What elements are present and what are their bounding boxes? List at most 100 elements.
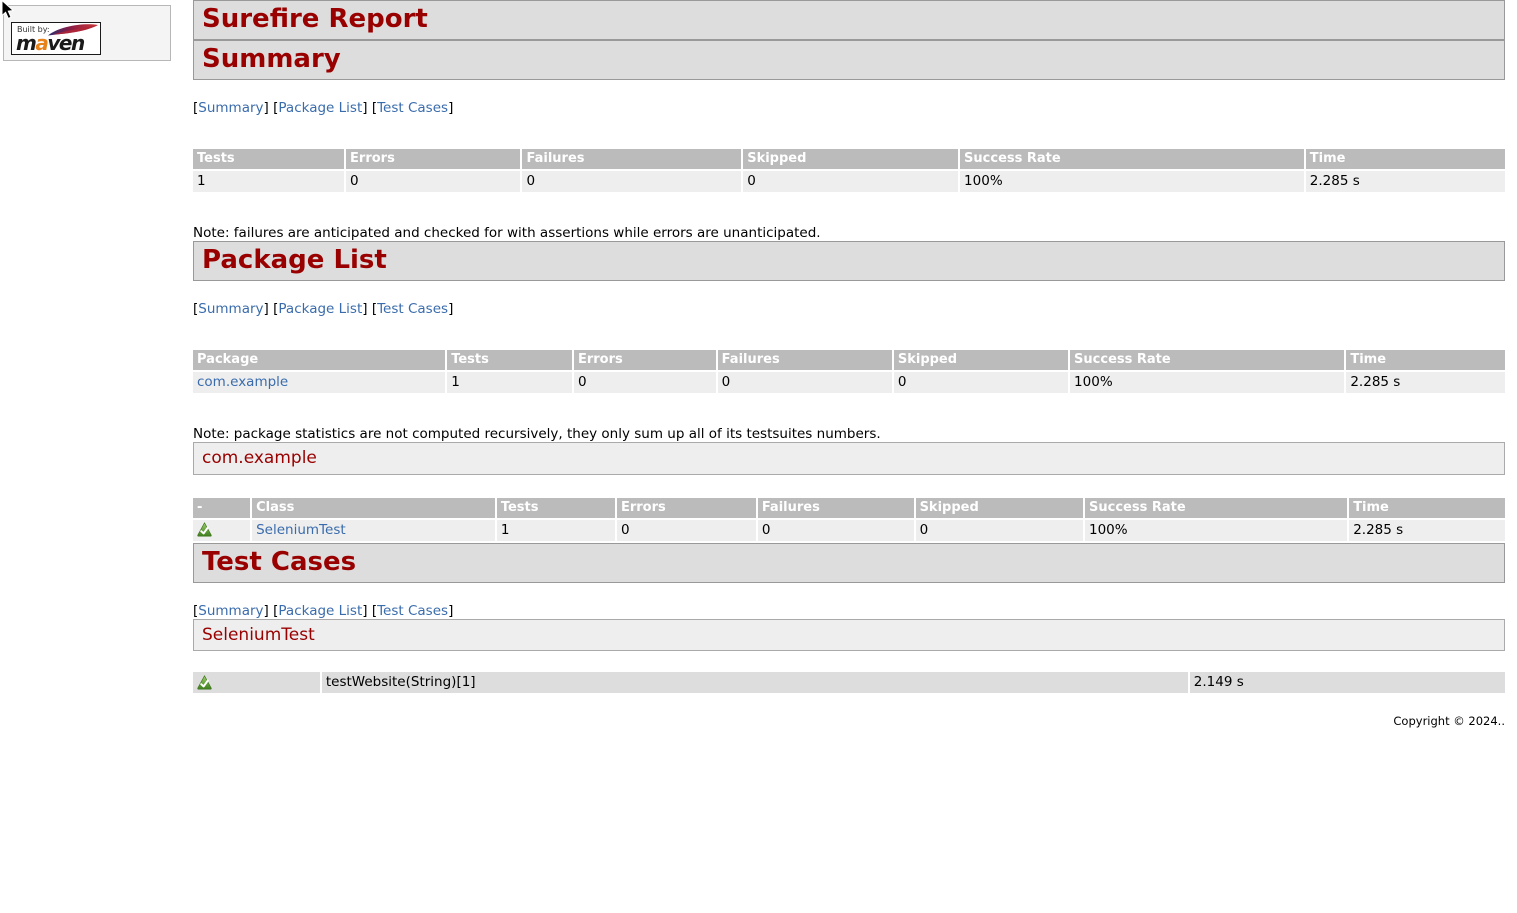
package-classes-table: - Class Tests Errors Failures Skipped Su… bbox=[191, 496, 1507, 543]
cell-success-rate: 100% bbox=[1085, 520, 1347, 541]
nav-link-package-list[interactable]: Package List bbox=[278, 603, 362, 619]
col-header-errors: Errors bbox=[574, 350, 716, 370]
package-list-row: com.example 1 0 0 0 100% 2.285 s bbox=[193, 372, 1505, 393]
nav-link-test-cases[interactable]: Test Cases bbox=[377, 603, 448, 619]
cell-tests: 1 bbox=[193, 171, 344, 192]
nav-links-test-cases: [Summary] [Package List] [Test Cases] bbox=[193, 603, 1505, 619]
summary-table: Tests Errors Failures Skipped Success Ra… bbox=[191, 147, 1507, 194]
test-cases-table: testWebsite(String)[1] 2.149 s bbox=[191, 670, 1507, 695]
bracket: ] bbox=[362, 301, 367, 317]
cell-status bbox=[193, 672, 320, 693]
nav-link-package-list[interactable]: Package List bbox=[278, 301, 362, 317]
col-header-package: Package bbox=[193, 350, 445, 370]
col-header-success-rate: Success Rate bbox=[1085, 498, 1347, 518]
col-header-failures: Failures bbox=[522, 149, 741, 169]
col-header-failures: Failures bbox=[758, 498, 914, 518]
summary-table-header-row: Tests Errors Failures Skipped Success Ra… bbox=[193, 149, 1505, 169]
col-header-tests: Tests bbox=[193, 149, 344, 169]
col-header-time: Time bbox=[1306, 149, 1505, 169]
page-title: Surefire Report bbox=[193, 0, 1505, 40]
bracket: ] bbox=[264, 301, 269, 317]
cell-test-name: testWebsite(String)[1] bbox=[322, 672, 1188, 693]
cell-failures: 0 bbox=[718, 372, 892, 393]
mouse-cursor bbox=[1, 0, 15, 20]
cell-success-rate: 100% bbox=[1070, 372, 1344, 393]
cell-time: 2.285 s bbox=[1306, 171, 1505, 192]
section-title-package-list: Package List bbox=[193, 241, 1505, 281]
col-header-success-rate: Success Rate bbox=[1070, 350, 1344, 370]
nav-links-package-list: [Summary] [Package List] [Test Cases] bbox=[193, 301, 1505, 317]
cell-test-time: 2.149 s bbox=[1190, 672, 1505, 693]
package-class-row: SeleniumTest 1 0 0 0 100% 2.285 s bbox=[193, 520, 1505, 541]
section-title-summary: Summary bbox=[193, 40, 1505, 80]
copyright-text: Copyright © 2024.. bbox=[1393, 714, 1505, 728]
maven-brand-a: a bbox=[35, 31, 47, 55]
cell-success-rate: 100% bbox=[960, 171, 1304, 192]
class-link[interactable]: SeleniumTest bbox=[256, 522, 346, 538]
nav-link-package-list[interactable]: Package List bbox=[278, 100, 362, 116]
maven-brand-m: m bbox=[16, 31, 35, 55]
col-header-skipped: Skipped bbox=[916, 498, 1083, 518]
nav-links-summary: [Summary] [Package List] [Test Cases] bbox=[193, 100, 1505, 116]
package-link[interactable]: com.example bbox=[197, 374, 288, 390]
col-header-errors: Errors bbox=[617, 498, 756, 518]
package-list-table: Package Tests Errors Failures Skipped Su… bbox=[191, 348, 1507, 395]
col-header-success-rate: Success Rate bbox=[960, 149, 1304, 169]
col-header-tests: Tests bbox=[447, 350, 572, 370]
bracket: ] bbox=[448, 100, 453, 116]
nav-link-test-cases[interactable]: Test Cases bbox=[377, 301, 448, 317]
col-header-tests: Tests bbox=[497, 498, 615, 518]
maven-logo[interactable]: Built by: maven bbox=[11, 22, 101, 55]
cell-failures: 0 bbox=[758, 520, 914, 541]
surefire-report-page: Built by: maven Surefire Report Summary bbox=[0, 0, 1517, 913]
cell-skipped: 0 bbox=[894, 372, 1068, 393]
summary-note: Note: failures are anticipated and check… bbox=[193, 225, 1505, 241]
cell-skipped: 0 bbox=[743, 171, 958, 192]
col-header-failures: Failures bbox=[718, 350, 892, 370]
cell-failures: 0 bbox=[522, 171, 741, 192]
col-header-time: Time bbox=[1349, 498, 1505, 518]
col-header-class: Class bbox=[252, 498, 495, 518]
col-header-status: - bbox=[193, 498, 250, 518]
nav-link-test-cases[interactable]: Test Cases bbox=[377, 100, 448, 116]
subsection-title-package: com.example bbox=[193, 442, 1505, 474]
cell-tests: 1 bbox=[497, 520, 615, 541]
nav-link-summary[interactable]: Summary bbox=[198, 100, 263, 116]
bracket: ] bbox=[264, 100, 269, 116]
left-sidebar: Built by: maven bbox=[3, 5, 171, 61]
page-footer: Copyright © 2024.. bbox=[193, 714, 1505, 768]
success-icon bbox=[197, 675, 212, 690]
bracket: ] bbox=[448, 603, 453, 619]
package-classes-header-row: - Class Tests Errors Failures Skipped Su… bbox=[193, 498, 1505, 518]
subsection-title-suite: SeleniumTest bbox=[193, 619, 1505, 651]
bracket: ] bbox=[362, 603, 367, 619]
cell-time: 2.285 s bbox=[1349, 520, 1505, 541]
report-body: Surefire Report Summary [Summary] [Packa… bbox=[193, 0, 1505, 695]
maven-brand-text: maven bbox=[16, 33, 84, 53]
bracket: ] bbox=[448, 301, 453, 317]
maven-brand-ven: ven bbox=[47, 31, 83, 55]
cell-time: 2.285 s bbox=[1346, 372, 1505, 393]
test-case-row: testWebsite(String)[1] 2.149 s bbox=[193, 672, 1505, 693]
cell-skipped: 0 bbox=[916, 520, 1083, 541]
bracket: ] bbox=[264, 603, 269, 619]
cell-package: com.example bbox=[193, 372, 445, 393]
nav-link-summary[interactable]: Summary bbox=[198, 301, 263, 317]
col-header-time: Time bbox=[1346, 350, 1505, 370]
col-header-skipped: Skipped bbox=[894, 350, 1068, 370]
cell-errors: 0 bbox=[574, 372, 716, 393]
col-header-skipped: Skipped bbox=[743, 149, 958, 169]
package-list-header-row: Package Tests Errors Failures Skipped Su… bbox=[193, 350, 1505, 370]
bracket: ] bbox=[362, 100, 367, 116]
cell-class: SeleniumTest bbox=[252, 520, 495, 541]
package-list-note: Note: package statistics are not compute… bbox=[193, 426, 1505, 442]
section-title-test-cases: Test Cases bbox=[193, 543, 1505, 583]
cell-status bbox=[193, 520, 250, 541]
cell-tests: 1 bbox=[447, 372, 572, 393]
nav-link-summary[interactable]: Summary bbox=[198, 603, 263, 619]
cell-errors: 0 bbox=[346, 171, 520, 192]
success-icon bbox=[197, 522, 212, 537]
cell-errors: 0 bbox=[617, 520, 756, 541]
col-header-errors: Errors bbox=[346, 149, 520, 169]
summary-table-row: 1 0 0 0 100% 2.285 s bbox=[193, 171, 1505, 192]
